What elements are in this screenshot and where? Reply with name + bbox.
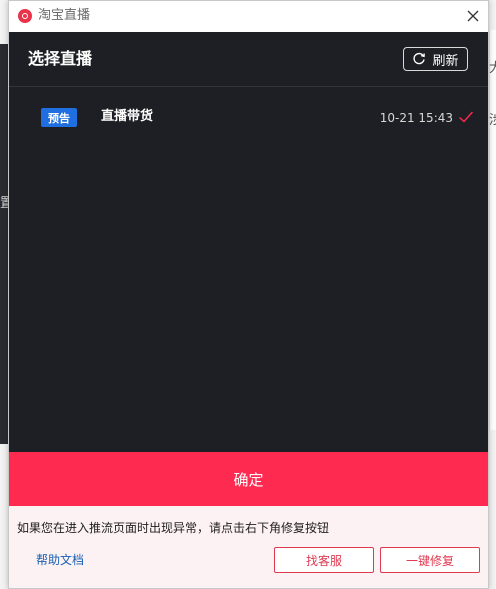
background-right-panel <box>489 30 496 430</box>
background-left-panel <box>0 44 8 444</box>
live-list-item[interactable]: 预告 直播带货 10-21 15:43 <box>9 102 488 132</box>
window-title: 淘宝直播 <box>38 8 91 23</box>
select-live-dialog: 淘宝直播 选择直播 刷新 预告 直播带货 10-21 15:43 确定 如果您在… <box>8 0 489 589</box>
help-footer: 如果您在进入推流页面时出现异常，请点击右下角修复按钮 帮助文档 找客服 一键修复 <box>9 506 488 588</box>
close-icon <box>467 10 479 22</box>
background-right-text: 涉 <box>489 113 496 128</box>
live-selection-panel: 选择直播 刷新 预告 直播带货 10-21 15:43 <box>9 32 488 452</box>
title-bar: 淘宝直播 <box>9 1 488 32</box>
live-name: 直播带货 <box>101 109 154 124</box>
refresh-icon <box>413 52 426 65</box>
panel-title: 选择直播 <box>28 49 93 68</box>
live-time: 10-21 15:43 <box>379 111 453 125</box>
panel-header: 选择直播 刷新 <box>9 32 488 87</box>
close-button[interactable] <box>464 7 482 25</box>
taobao-live-logo-icon <box>18 9 32 23</box>
confirm-button[interactable]: 确定 <box>9 452 488 506</box>
contact-service-button[interactable]: 找客服 <box>274 547 374 573</box>
background-right-text: 大 <box>489 61 496 76</box>
troubleshoot-message: 如果您在进入推流页面时出现异常，请点击右下角修复按钮 <box>17 521 330 535</box>
one-click-fix-button[interactable]: 一键修复 <box>380 547 480 573</box>
refresh-button[interactable]: 刷新 <box>403 47 468 71</box>
refresh-label: 刷新 <box>432 53 459 69</box>
preview-badge: 预告 <box>41 108 77 127</box>
background-left-text: 置 <box>0 196 8 211</box>
check-icon <box>459 111 474 123</box>
help-docs-link[interactable]: 帮助文档 <box>36 552 84 568</box>
